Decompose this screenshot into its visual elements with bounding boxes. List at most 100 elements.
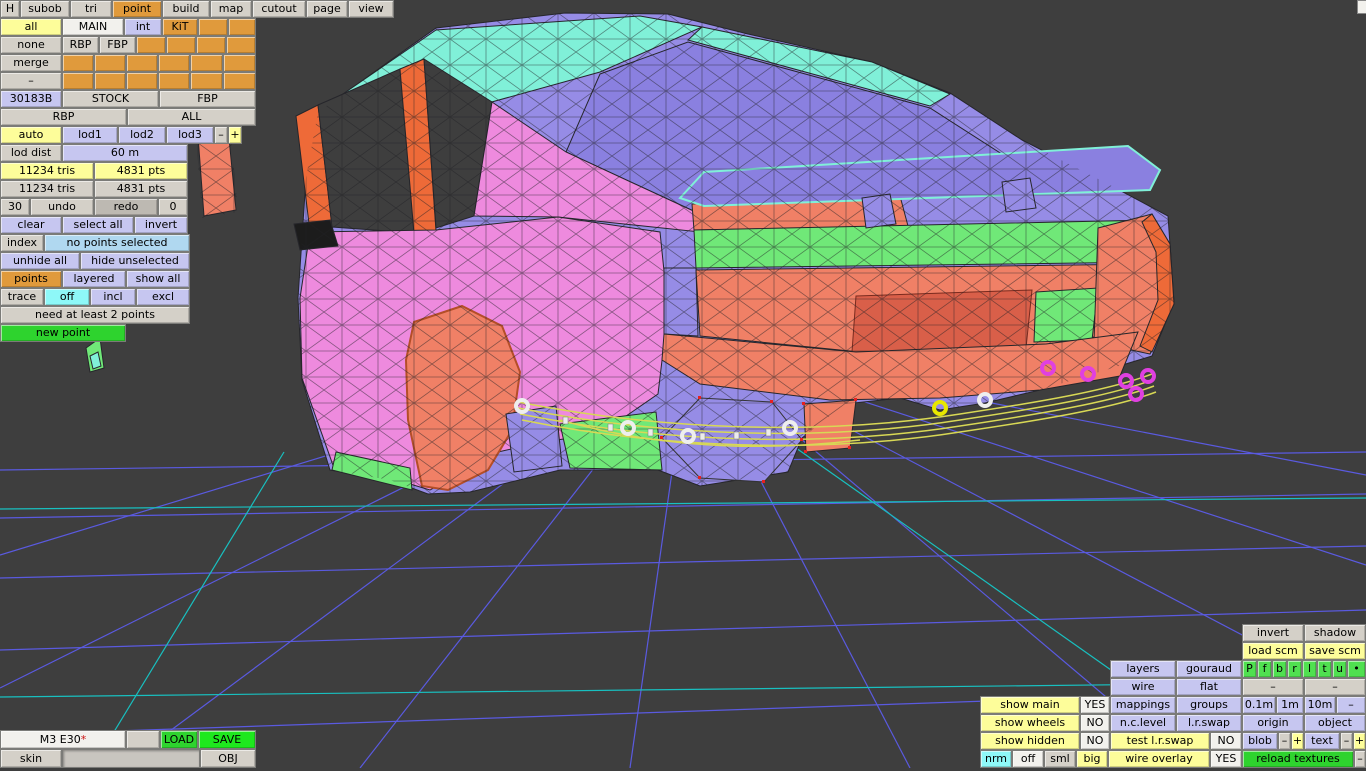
text-button[interactable]: text [1304,732,1340,750]
invert-selection-button[interactable]: invert [134,216,188,234]
lod2-button[interactable]: lod2 [118,126,166,144]
select-all-button[interactable]: select all [62,216,134,234]
index-button[interactable]: index [0,234,44,252]
redo-button[interactable]: redo [94,198,158,216]
lod1-button[interactable]: lod1 [62,126,118,144]
hide-unselected-button[interactable]: hide unselected [80,252,190,270]
grid-01m-button[interactable]: 0.1m [1242,696,1276,714]
flag-u-toggle[interactable]: u [1332,660,1347,678]
dash-cell[interactable]: – [1304,678,1366,696]
save-scm-button[interactable]: save scm [1304,642,1366,660]
object-button[interactable]: object [1304,714,1366,732]
palette-cell[interactable] [166,36,196,54]
mappings-button[interactable]: mappings [1110,696,1176,714]
merge-button[interactable]: merge [0,54,62,72]
dash-cell[interactable]: – [1242,678,1304,696]
flag-l-toggle[interactable]: l [1302,660,1317,678]
new-point-button[interactable]: new point [0,324,126,342]
obj-button[interactable]: OBJ [200,749,256,768]
reload-dash-button[interactable]: – [1354,750,1366,768]
palette-cell[interactable] [136,36,166,54]
lod3-button[interactable]: lod3 [166,126,214,144]
filter-fbp-button[interactable]: FBP [99,36,136,54]
palette-cell[interactable] [223,72,256,90]
skin-name-field[interactable] [62,749,200,768]
flag-dot-toggle[interactable]: • [1347,660,1366,678]
palette-cell[interactable] [190,72,223,90]
text-minus-button[interactable]: – [1340,732,1353,750]
grid-10m-button[interactable]: 10m [1304,696,1336,714]
shadow-button[interactable]: shadow [1304,624,1366,642]
flat-button[interactable]: flat [1176,678,1242,696]
invert-normals-button[interactable]: invert [1242,624,1304,642]
lod-plus-button[interactable]: + [228,126,242,144]
palette-cell[interactable] [158,54,190,72]
nrm-off-button[interactable]: off [1012,750,1044,768]
rbp-button[interactable]: RBP [0,108,127,126]
gouraud-button[interactable]: gouraud [1176,660,1242,678]
nrm-sml-button[interactable]: sml [1044,750,1076,768]
stock-button[interactable]: STOCK [62,90,159,108]
text-plus-button[interactable]: + [1353,732,1366,750]
wire-overlay-toggle[interactable]: wire overlay [1108,750,1210,768]
palette-cell[interactable] [62,72,94,90]
menu-item-point-active[interactable]: point [112,0,162,18]
blob-plus-button[interactable]: + [1291,732,1304,750]
nrm-button[interactable]: nrm [980,750,1012,768]
flag-t-toggle[interactable]: t [1317,660,1332,678]
trace-excl-button[interactable]: excl [136,288,190,306]
palette-cell[interactable] [228,18,256,36]
filter-main-button[interactable]: MAIN [62,18,124,36]
show-wheels-toggle[interactable]: show wheels [980,714,1080,732]
lod-dist-value[interactable]: 60 m [62,144,188,162]
show-hidden-toggle[interactable]: show hidden [980,732,1080,750]
show-hidden-value[interactable]: NO [1080,732,1110,750]
load-button[interactable]: LOAD [160,730,198,749]
flag-r-toggle[interactable]: r [1287,660,1302,678]
save-button[interactable]: SAVE [198,730,256,749]
nc-level-button[interactable]: n.c.level [1110,714,1176,732]
menu-item-page[interactable]: page [306,0,348,18]
palette-cell[interactable] [190,54,223,72]
lod-auto-button[interactable]: auto [0,126,62,144]
filter-none-button[interactable]: none [0,36,62,54]
menu-item-cutout[interactable]: cutout [252,0,306,18]
test-lr-swap-value[interactable]: NO [1210,732,1242,750]
load-scm-button[interactable]: load scm [1242,642,1304,660]
layered-button[interactable]: layered [62,270,126,288]
unhide-all-button[interactable]: unhide all [0,252,80,270]
layers-button[interactable]: layers [1110,660,1176,678]
dash-button[interactable]: – [0,72,62,90]
undo-button[interactable]: undo [30,198,94,216]
filter-rbp-button[interactable]: RBP [62,36,99,54]
palette-cell[interactable] [196,36,226,54]
filter-all-button[interactable]: all [0,18,62,36]
palette-cell[interactable] [198,18,228,36]
grid-dash-button[interactable]: – [1336,696,1366,714]
blob-minus-button[interactable]: – [1278,732,1291,750]
all-button[interactable]: ALL [127,108,256,126]
menu-item-map[interactable]: map [210,0,252,18]
groups-button[interactable]: groups [1176,696,1242,714]
palette-cell[interactable] [226,36,256,54]
show-main-toggle[interactable]: show main [980,696,1080,714]
points-mode-button[interactable]: points [0,270,62,288]
lr-swap-button[interactable]: l.r.swap [1176,714,1242,732]
palette-cell[interactable] [94,72,126,90]
clear-button[interactable]: clear [0,216,62,234]
show-all-button[interactable]: show all [126,270,190,288]
palette-cell[interactable] [126,72,158,90]
reload-textures-button[interactable]: reload textures [1242,750,1354,768]
show-wheels-value[interactable]: NO [1080,714,1110,732]
grid-1m-button[interactable]: 1m [1276,696,1304,714]
wire-button[interactable]: wire [1110,678,1176,696]
palette-cell[interactable] [223,54,256,72]
palette-cell[interactable] [126,54,158,72]
test-lr-swap-toggle[interactable]: test l.r.swap [1110,732,1210,750]
flag-f-toggle[interactable]: f [1257,660,1272,678]
palette-cell[interactable] [94,54,126,72]
flag-b-toggle[interactable]: b [1272,660,1287,678]
trace-incl-button[interactable]: incl [90,288,136,306]
menu-item-subob[interactable]: subob [20,0,70,18]
lod-minus-button[interactable]: – [214,126,228,144]
